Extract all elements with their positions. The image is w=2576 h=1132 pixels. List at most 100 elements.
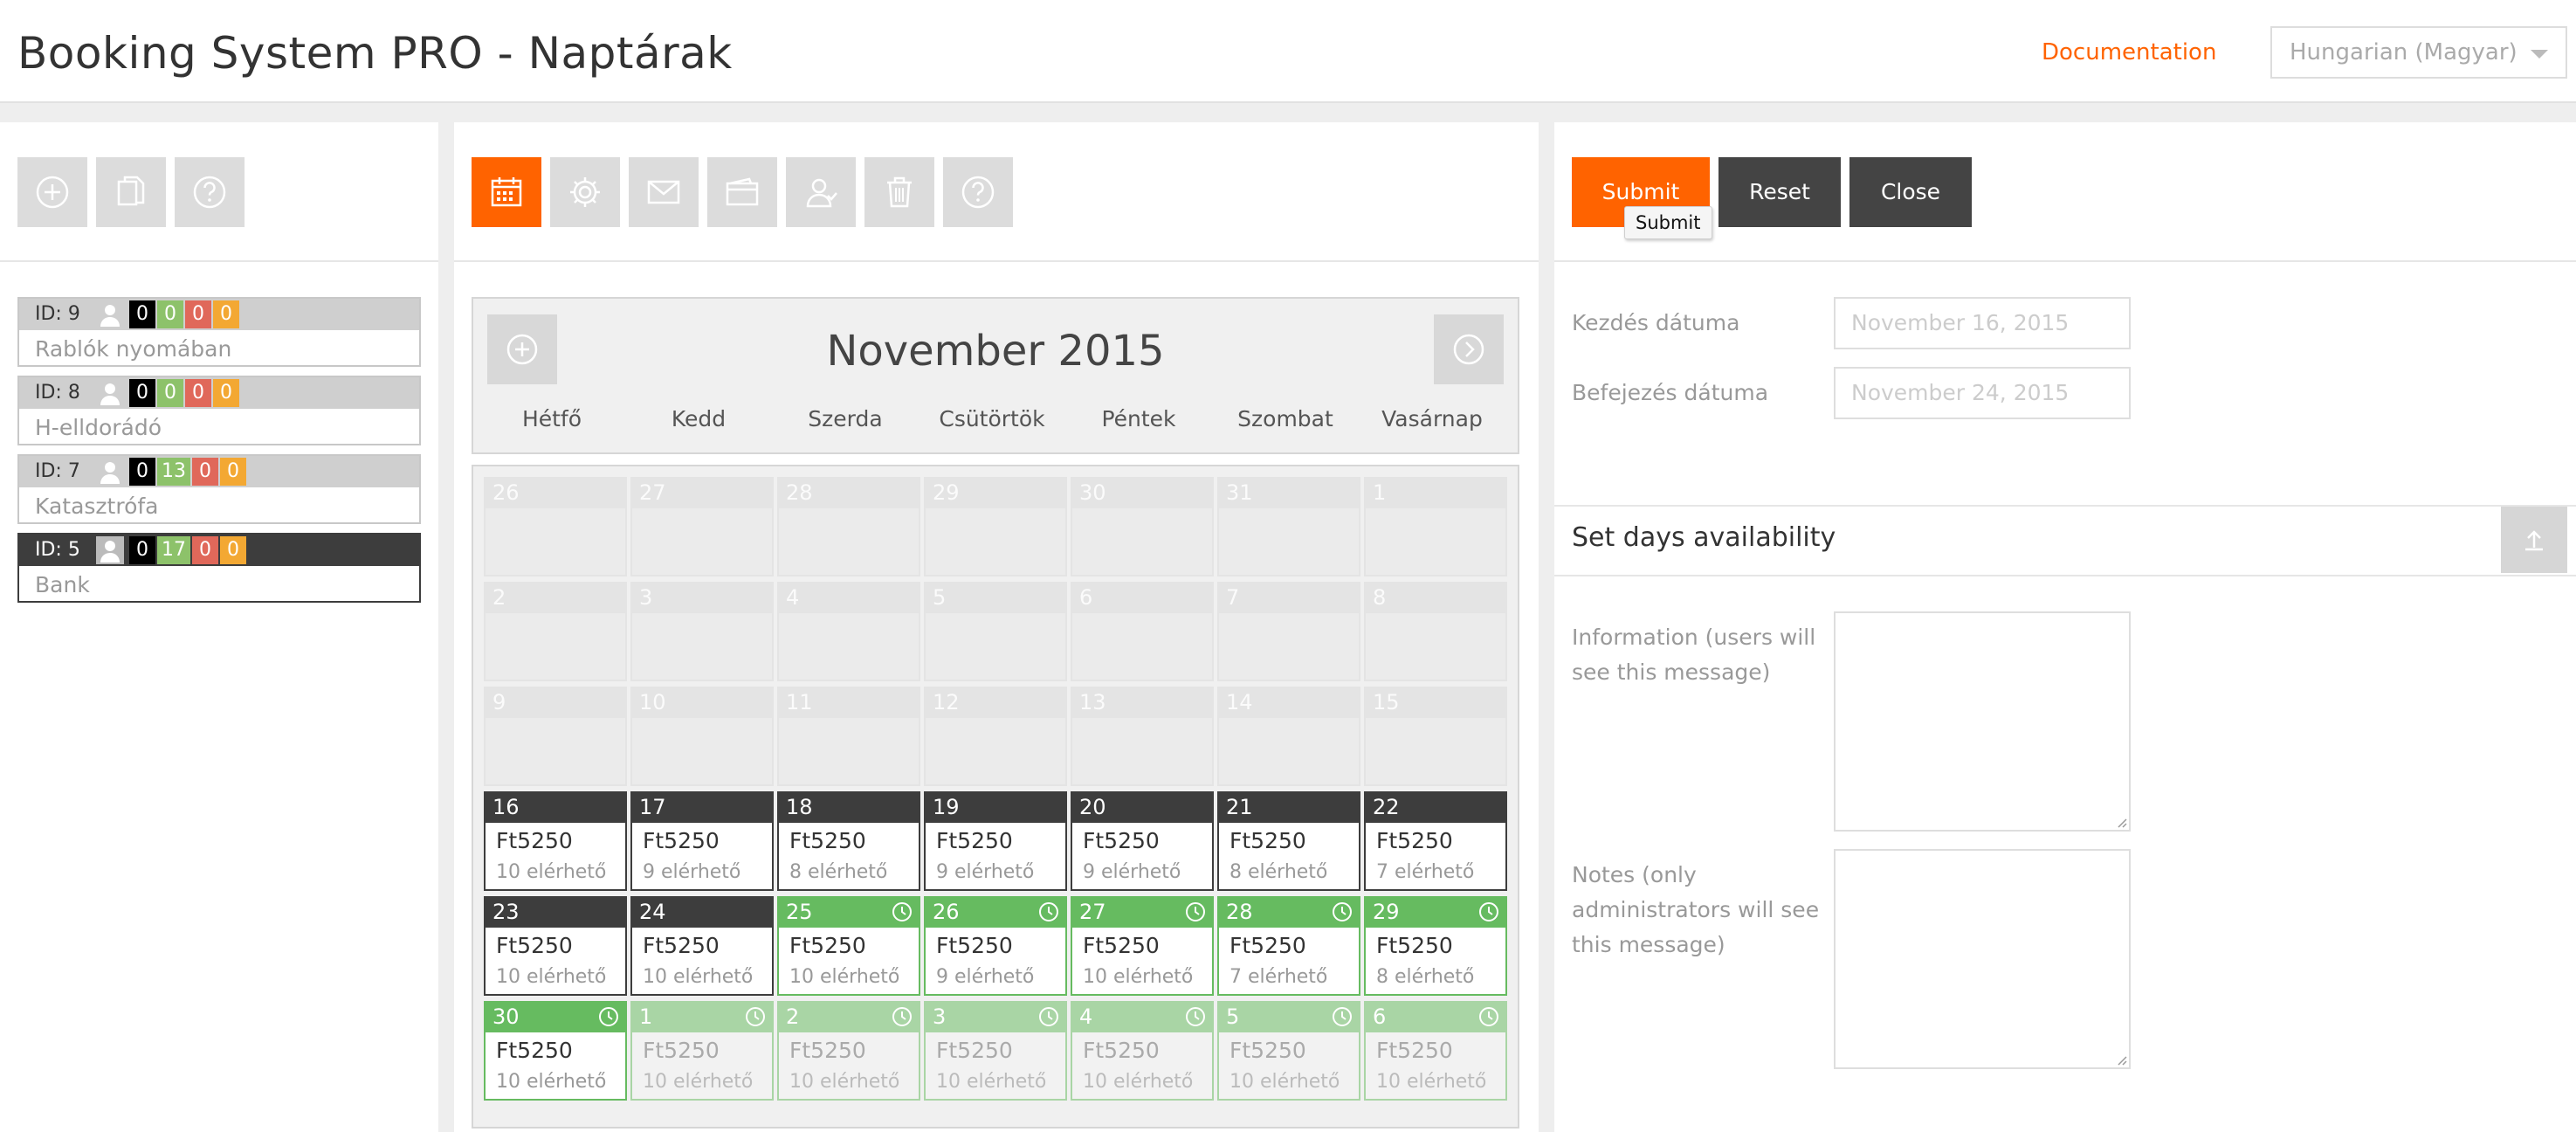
documentation-link[interactable]: Documentation (2042, 35, 2216, 70)
calendar-day-cell[interactable]: 21 Ft5250 8 elérhető (1217, 791, 1360, 891)
day-number: 22 (1364, 791, 1507, 823)
day-body: Ft5250 7 elérhető (1217, 928, 1360, 996)
day-availability: 10 elérhető (496, 966, 607, 988)
reset-button[interactable]: Reset (1718, 157, 1841, 227)
collapse-section-button[interactable] (2501, 507, 2567, 573)
form-toolbar: Submit Reset Close Submit (1554, 122, 2576, 262)
copy-icon (117, 176, 145, 206)
calendar-day-cell[interactable]: 25 Ft5250 10 elérhető (777, 896, 920, 996)
calendar-name: Bank (35, 572, 90, 597)
calendar-day-cell[interactable]: 1 Ft5250 10 elérhető (630, 1001, 774, 1101)
day-number: 31 (1217, 477, 1360, 508)
calendar-help-button[interactable] (943, 157, 1013, 227)
add-calendar-button[interactable] (17, 157, 87, 227)
notes-textarea[interactable] (1834, 849, 2131, 1069)
calendar-day-cell[interactable]: 5 Ft5250 10 elérhető (1217, 1001, 1360, 1101)
plus-circle-icon (36, 176, 69, 209)
chevron-right-circle-icon (1453, 334, 1484, 365)
calendars-help-button[interactable] (175, 157, 245, 227)
calendar-day-cell[interactable]: 22 Ft5250 7 elérhető (1364, 791, 1507, 891)
email-button[interactable] (629, 157, 699, 227)
calendar-day-cell: 27 (630, 477, 774, 576)
day-availability: 7 elérhető (1229, 966, 1328, 988)
settings-button[interactable] (550, 157, 620, 227)
calendar-day-cell: 3 (630, 582, 774, 681)
day-number: 6 (1071, 582, 1214, 613)
calendar-day-cell[interactable]: 2 Ft5250 10 elérhető (777, 1001, 920, 1101)
payment-button[interactable] (707, 157, 777, 227)
chevron-down-icon (2531, 50, 2548, 59)
calendar-day-cell: 12 (924, 687, 1067, 786)
day-body (777, 508, 920, 576)
calendar-day-cell[interactable]: 28 Ft5250 7 elérhető (1217, 896, 1360, 996)
calendar-day-cell[interactable]: 18 Ft5250 8 elérhető (777, 791, 920, 891)
user-icon (100, 383, 120, 405)
end-date-input[interactable]: November 24, 2015 (1834, 367, 2131, 419)
section-title: Set days availability (1572, 522, 1836, 553)
information-textarea[interactable] (1834, 611, 2131, 832)
day-body (1217, 508, 1360, 576)
calendar-day-cell[interactable]: 4 Ft5250 10 elérhető (1071, 1001, 1214, 1101)
day-body (484, 613, 627, 681)
information-label: Information (users will see this message… (1572, 625, 1816, 685)
day-availability: 10 elérhető (1083, 966, 1194, 988)
calendar-grid: 26 27 28 29 30 31 1 2 3 4 5 6 7 8 9 10 11 12 13 14 15 16 Ft525… (472, 465, 1519, 1129)
day-body: Ft5250 10 elérhető (777, 928, 920, 996)
submit-tooltip: Submit (1624, 206, 1712, 239)
calendar-view-button[interactable] (472, 157, 541, 227)
calendar-panel: November 2015 Hétfő Kedd Szerda Csütörtök Pé… (454, 122, 1539, 1132)
day-price: Ft5250 (936, 1038, 1013, 1063)
calendar-list-item-selected[interactable]: ID: 5 0 17 0 0 Bank (17, 533, 421, 603)
calendar-item-header: ID: 9 0 0 0 0 (19, 299, 419, 330)
close-button[interactable]: Close (1849, 157, 1972, 227)
calendar-day-cell[interactable]: 3 Ft5250 10 elérhető (924, 1001, 1067, 1101)
calendar-list-item[interactable]: ID: 7 0 13 0 0 Katasztrófa (17, 454, 421, 524)
calendar-day-cell[interactable]: 16 Ft5250 10 elérhető (484, 791, 627, 891)
day-body (484, 718, 627, 786)
calendar-day-cell[interactable]: 17 Ft5250 9 elérhető (630, 791, 774, 891)
day-availability: 9 elérhető (1083, 861, 1181, 883)
calendar-day-cell[interactable]: 30 Ft5250 10 elérhető (484, 1001, 627, 1101)
start-date-input[interactable]: November 16, 2015 (1834, 297, 2131, 349)
day-body: Ft5250 10 elérhető (1217, 1032, 1360, 1101)
clock-icon (1479, 902, 1498, 921)
calendar-day-cell[interactable]: 19 Ft5250 9 elérhető (924, 791, 1067, 891)
day-body: Ft5250 10 elérhető (1071, 1032, 1214, 1101)
calendar-name: H-elldorádó (35, 415, 162, 440)
divider (1554, 505, 2576, 507)
day-body: Ft5250 10 elérhető (630, 1032, 774, 1101)
calendar-list-item[interactable]: ID: 9 0 0 0 0 Rablók nyomában (17, 297, 421, 367)
day-price: Ft5250 (1376, 933, 1453, 958)
users-button[interactable] (786, 157, 856, 227)
day-number: 15 (1364, 687, 1507, 718)
day-price: Ft5250 (789, 1038, 866, 1063)
day-price: Ft5250 (789, 933, 866, 958)
clock-icon (746, 1007, 765, 1026)
duplicate-calendar-button[interactable] (96, 157, 166, 227)
calendar-day-cell[interactable]: 29 Ft5250 8 elérhető (1364, 896, 1507, 996)
calendar-day-cell[interactable]: 27 Ft5250 10 elérhető (1071, 896, 1214, 996)
language-select[interactable]: Hungarian (Magyar) (2270, 26, 2567, 79)
day-number: 3 (630, 582, 774, 613)
resize-grip-icon[interactable] (2115, 816, 2127, 828)
resize-grip-icon[interactable] (2115, 1053, 2127, 1066)
calendar-day-cell: 15 (1364, 687, 1507, 786)
calendar-day-cell[interactable]: 20 Ft5250 9 elérhető (1071, 791, 1214, 891)
calendar-day-cell[interactable]: 6 Ft5250 10 elérhető (1364, 1001, 1507, 1101)
delete-button[interactable] (864, 157, 934, 227)
day-body: Ft5250 10 elérhető (1364, 1032, 1507, 1101)
badge-pending: 0 (213, 300, 239, 328)
calendar-list-item[interactable]: ID: 8 0 0 0 0 H-elldorádó (17, 376, 421, 445)
day-number: 4 (777, 582, 920, 613)
calendar-day-cell[interactable]: 24 Ft5250 10 elérhető (630, 896, 774, 996)
calendar-day-cell[interactable]: 26 Ft5250 9 elérhető (924, 896, 1067, 996)
user-icon (100, 462, 120, 484)
next-month-button[interactable] (1434, 314, 1504, 384)
calendar-day-cell[interactable]: 23 Ft5250 10 elérhető (484, 896, 627, 996)
day-price: Ft5250 (1376, 828, 1453, 853)
calendars-panel: ID: 9 0 0 0 0 Rablók nyomában ID: 8 0 0 … (0, 122, 438, 1132)
calendar-day-cell: 13 (1071, 687, 1214, 786)
start-date-label: Kezdés dátuma (1572, 310, 1740, 335)
calendar-day-cell: 30 (1071, 477, 1214, 576)
day-body (777, 718, 920, 786)
